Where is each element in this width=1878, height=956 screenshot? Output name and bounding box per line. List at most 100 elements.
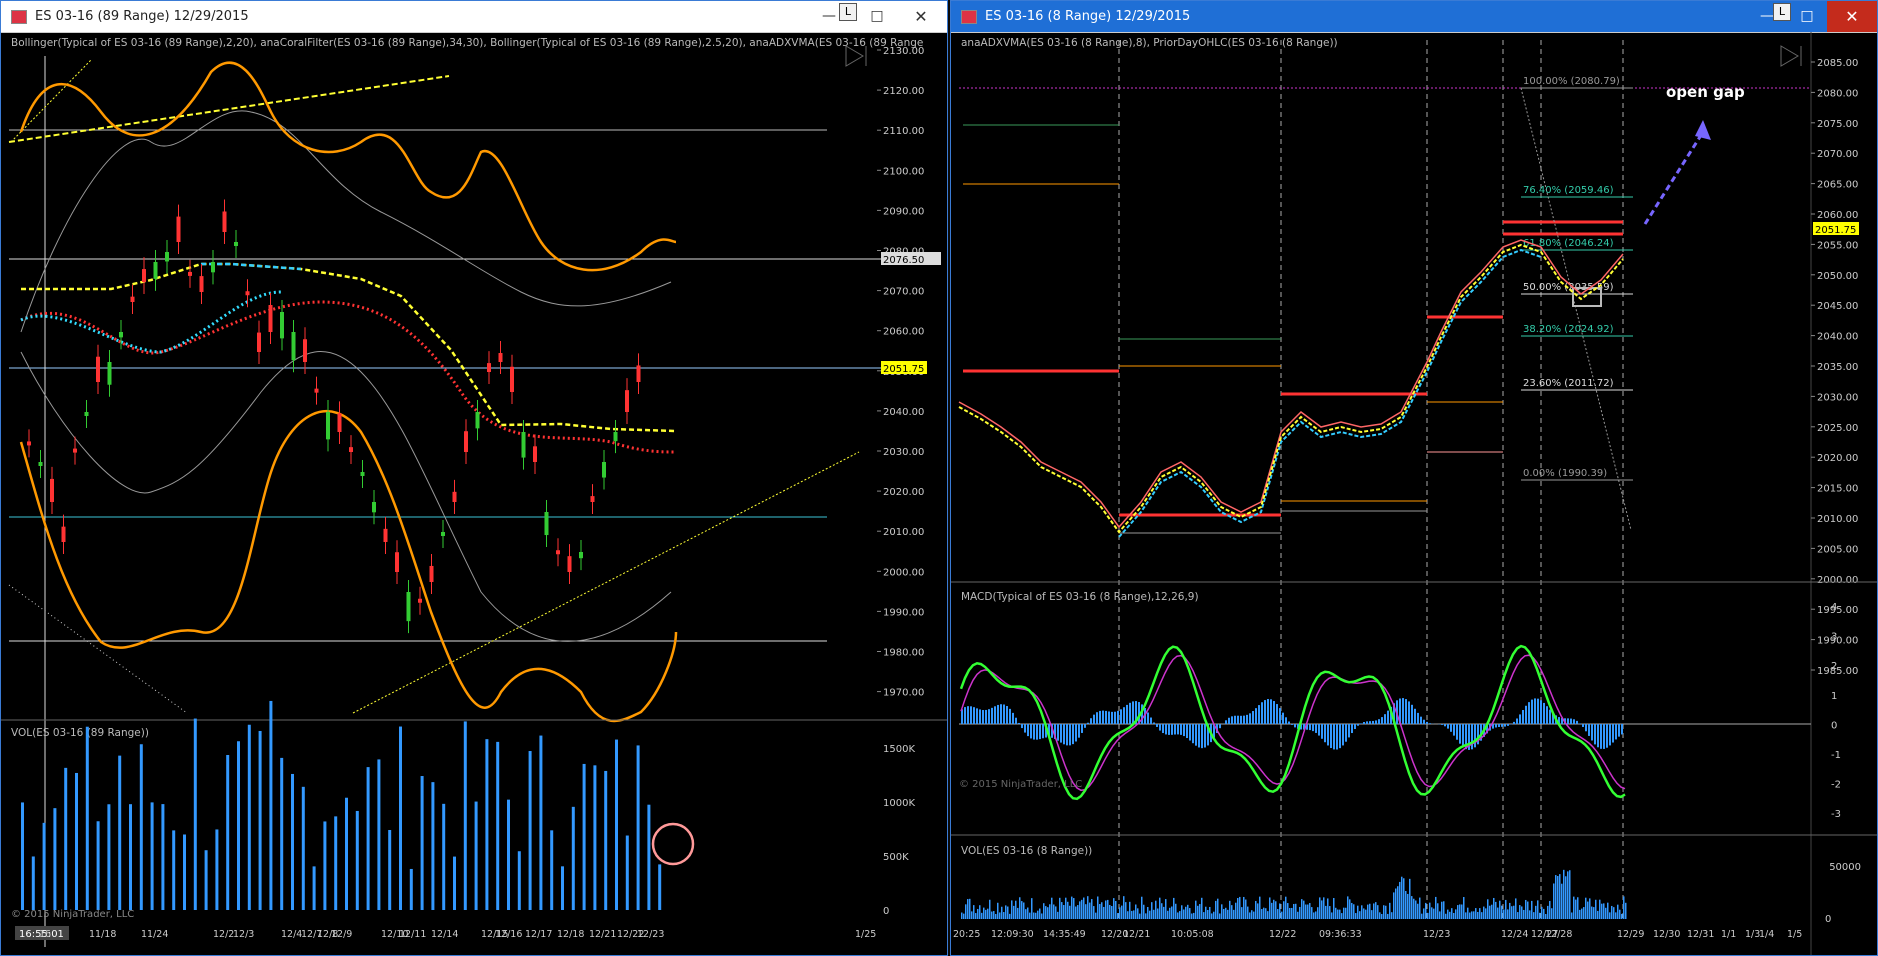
macd-bar — [1018, 722, 1020, 724]
volume-bar — [269, 700, 273, 910]
macd-bar — [1291, 724, 1293, 725]
date-tick-label: 12/17 — [525, 929, 552, 940]
macd-bar — [1414, 708, 1416, 724]
volume-bar — [987, 908, 989, 919]
price-tick-label: 2050.00 — [1817, 271, 1858, 282]
macd-bar — [1165, 724, 1167, 735]
volume-bar — [1275, 901, 1277, 919]
macd-bar — [1198, 724, 1200, 748]
volume-bar — [1611, 905, 1613, 919]
price-tick-label: 2055.00 — [1817, 240, 1858, 251]
volume-bar — [991, 911, 993, 919]
right-chart-canvas[interactable]: anaADXVMA(ES 03-16 (8 Range),8), PriorDa… — [951, 32, 1877, 956]
volume-bar — [1309, 903, 1311, 919]
maximize-button[interactable]: □ — [1787, 1, 1827, 32]
maximize-button[interactable]: □ — [857, 1, 897, 32]
volume-bar — [1221, 904, 1223, 919]
left-chart-canvas[interactable]: Bollinger(Typical of ES 03-16 (89 Range)… — [1, 32, 947, 956]
volume-bar — [1069, 905, 1071, 919]
macd-bar — [1597, 724, 1599, 748]
copyright: © 2015 NinjaTrader, LLC — [959, 779, 1082, 790]
volume-bar — [1011, 900, 1013, 919]
volume-bar — [1043, 903, 1045, 919]
macd-bar — [1324, 724, 1326, 743]
close-button[interactable]: ✕ — [1827, 1, 1877, 32]
minimize-button[interactable]: — — [809, 1, 849, 32]
macd-bar — [1534, 698, 1536, 724]
macd-bar — [1471, 724, 1473, 750]
volume-bar — [1355, 913, 1357, 919]
volume-bar — [1133, 910, 1135, 919]
volume-bar — [1399, 881, 1401, 919]
volume-bar — [1151, 902, 1153, 919]
macd-bar — [1441, 724, 1443, 725]
candle-body — [510, 366, 514, 392]
macd-bar — [1099, 710, 1101, 724]
volume-bar — [1549, 900, 1551, 919]
volume-bar — [312, 866, 316, 910]
close-button[interactable]: ✕ — [901, 1, 941, 32]
volume-bars — [961, 869, 1627, 919]
window-title: ES 03-16 (8 Range) 12/29/2015 — [985, 9, 1191, 24]
volume-tick-label: 1500K — [883, 744, 915, 755]
volume-bar — [1319, 897, 1321, 919]
volume-bar — [1307, 904, 1309, 919]
macd-bar — [1102, 710, 1104, 724]
macd-bar — [1603, 724, 1605, 749]
date-tick-label: 12/16 — [495, 929, 522, 940]
macd-bar — [1081, 724, 1083, 733]
volume-bar — [172, 830, 176, 910]
volume-bar — [1227, 909, 1229, 919]
volume-bar — [1373, 903, 1375, 919]
title-bar[interactable]: ES 03-16 (89 Range) 12/29/2015 L — □ ✕ — [1, 1, 947, 33]
macd-bar — [1366, 721, 1368, 724]
macd-bar — [961, 709, 963, 724]
volume-bar — [1589, 898, 1591, 919]
candle-body — [50, 478, 54, 502]
volume-bar — [1497, 907, 1499, 919]
volume-bar — [85, 726, 89, 910]
time-axis: 20:25 12:09:30 14:35:49 12/2012/21 10:05:08 1… — [953, 929, 1802, 940]
candle-body — [107, 362, 112, 385]
volume-bar — [1385, 905, 1387, 919]
macd-bar — [1594, 724, 1596, 745]
macd-bar — [1237, 715, 1239, 724]
volume-bar — [1545, 913, 1547, 919]
volume-bar — [1595, 899, 1597, 919]
volume-bar — [1205, 906, 1207, 919]
volume-bar — [1089, 902, 1091, 919]
macd-bar — [1243, 715, 1245, 724]
volume-bar — [1499, 900, 1501, 919]
volume-bar — [1001, 906, 1003, 919]
title-bar[interactable]: ES 03-16 (8 Range) 12/29/2015 — L □ ✕ — [951, 1, 1877, 33]
volume-bar — [1391, 912, 1393, 919]
play-icon[interactable] — [1780, 45, 1802, 67]
volume-bar — [1119, 907, 1121, 919]
volume-bar — [1121, 905, 1123, 919]
volume-bar — [1203, 912, 1205, 919]
volume-bar — [1559, 874, 1561, 919]
volume-bar — [1351, 902, 1353, 919]
macd-bar — [997, 704, 999, 724]
volume-bar — [1477, 911, 1479, 919]
volume-bar — [983, 907, 985, 919]
candle-body — [544, 512, 549, 536]
volume-bar — [1033, 912, 1035, 919]
play-icon[interactable] — [845, 45, 867, 67]
volume-bar — [96, 821, 100, 910]
volume-bar — [345, 797, 348, 910]
volume-bar — [1117, 913, 1119, 919]
volume-bar — [1079, 901, 1081, 919]
volume-bar — [1073, 898, 1075, 919]
volume-bar — [1185, 906, 1187, 919]
candle-body — [452, 491, 457, 502]
volume-bar — [1601, 903, 1603, 919]
volume-bar — [1555, 875, 1557, 919]
volume-bar — [1239, 896, 1241, 919]
time-tick-label: 1/4 — [1759, 929, 1774, 940]
volume-bar — [1473, 911, 1475, 919]
volume-bar — [1363, 908, 1365, 919]
volume-bar — [1021, 901, 1023, 919]
volume-bar — [1065, 897, 1067, 919]
time-tick-label: 12/30 — [1653, 929, 1680, 940]
